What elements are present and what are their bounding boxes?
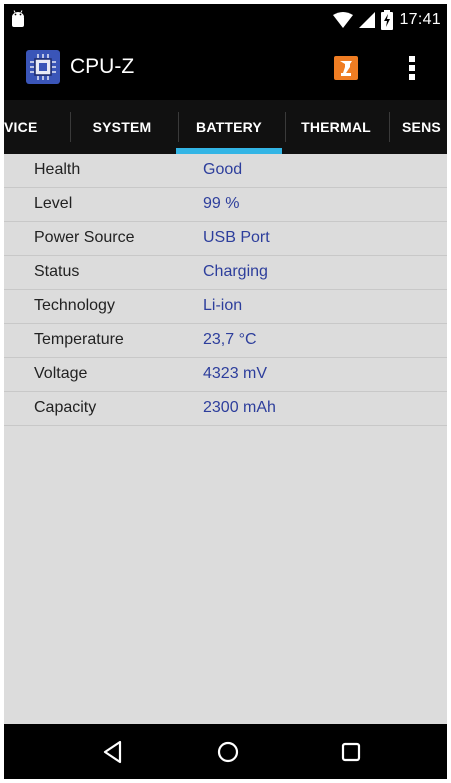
wifi-icon — [333, 12, 354, 28]
app-toolbar: CPU-Z — [4, 36, 447, 100]
cpu-z-logo-icon — [26, 50, 60, 84]
tab-bar: VICE SYSTEM BATTERY THERMAL SENS — [4, 100, 447, 154]
back-icon[interactable] — [100, 739, 126, 765]
tab-device-label: VICE — [4, 119, 38, 135]
battery-info-list: Health Good Level 99 % Power Source USB … — [4, 154, 447, 724]
row-value: 99 % — [203, 195, 240, 212]
status-time: 17:41 — [399, 11, 441, 28]
list-item: Voltage 4323 mV — [4, 358, 447, 392]
tab-divider — [70, 112, 71, 142]
device-screen: 17:41 CPU-Z VICE SYSTEM BATTERY THERMAL … — [4, 4, 447, 779]
tab-thermal[interactable]: THERMAL — [286, 100, 386, 154]
tab-system-label: SYSTEM — [92, 119, 152, 135]
home-icon[interactable] — [215, 739, 241, 765]
row-label: Temperature — [34, 331, 124, 348]
row-value: Charging — [203, 263, 268, 280]
tab-sensors[interactable]: SENS — [402, 100, 447, 154]
row-label: Level — [34, 195, 73, 212]
row-value: 2300 mAh — [203, 399, 276, 416]
signal-icon — [359, 12, 376, 28]
tab-thermal-label: THERMAL — [301, 119, 371, 135]
row-value: 4323 mV — [203, 365, 268, 382]
battery-charging-icon — [381, 10, 394, 30]
app-title: CPU-Z — [70, 55, 135, 78]
navigation-bar — [4, 724, 447, 779]
list-item: Technology Li-ion — [4, 290, 447, 324]
row-label: Technology — [34, 297, 115, 314]
row-label: Status — [34, 263, 80, 280]
tab-battery-label: BATTERY — [196, 119, 262, 135]
row-label: Voltage — [34, 365, 88, 382]
row-label: Health — [34, 161, 81, 178]
tab-device[interactable]: VICE — [4, 100, 48, 154]
list-item: Status Charging — [4, 256, 447, 290]
recents-icon[interactable] — [338, 739, 364, 765]
test-tube-icon[interactable] — [334, 56, 358, 80]
tab-battery[interactable]: BATTERY — [179, 100, 279, 154]
tab-system[interactable]: SYSTEM — [74, 100, 170, 154]
list-item: Capacity 2300 mAh — [4, 392, 447, 426]
row-value: USB Port — [203, 229, 270, 246]
tab-divider — [389, 112, 390, 142]
row-label: Power Source — [34, 229, 135, 246]
list-item: Power Source USB Port — [4, 222, 447, 256]
row-label: Capacity — [34, 399, 97, 416]
tab-sensors-label: SENS — [402, 119, 441, 135]
more-options-icon[interactable] — [406, 52, 418, 84]
android-debug-icon — [12, 10, 24, 27]
list-item: Temperature 23,7 °C — [4, 324, 447, 358]
list-item: Level 99 % — [4, 188, 447, 222]
status-bar: 17:41 — [4, 4, 447, 36]
list-item: Health Good — [4, 154, 447, 188]
row-value: 23,7 °C — [203, 331, 257, 348]
row-value: Good — [203, 161, 243, 178]
row-value: Li-ion — [203, 297, 243, 314]
